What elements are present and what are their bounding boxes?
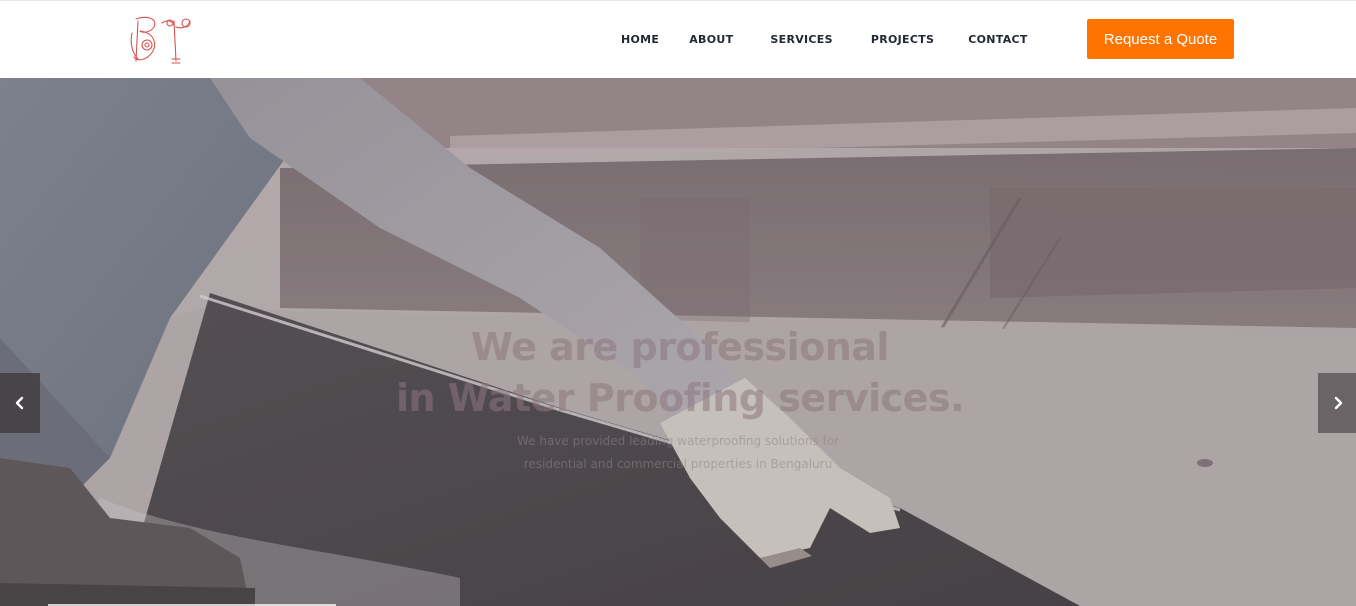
hero-title: We are professional in Water Proofing se… [340, 322, 1020, 424]
hero-title-line-2: in Water Proofing services. [395, 376, 965, 420]
slider-prev-button[interactable] [0, 373, 40, 433]
hero-title-line-1: We are professional [471, 325, 889, 369]
hero-subtitle-line-2: residential and commercial properties in… [523, 457, 833, 471]
nav-projects[interactable]: PROJECTS [854, 1, 951, 79]
hero-subtitle: We have provided leading waterproofing s… [470, 430, 886, 476]
main-nav: HOME ABOUT SERVICES PROJECTS CONTACT [604, 1, 1045, 79]
nav-contact[interactable]: CONTACT [951, 1, 1044, 79]
nav-services[interactable]: SERVICES [753, 1, 853, 79]
chevron-left-icon [15, 396, 24, 410]
hero-subtitle-line-1: We have provided leading waterproofing s… [516, 434, 839, 448]
logo[interactable] [128, 13, 198, 69]
site-header: HOME ABOUT SERVICES PROJECTS CONTACT Req… [0, 0, 1356, 78]
slider-next-button[interactable] [1318, 373, 1356, 433]
hero-slider: We are professional in Water Proofing se… [0, 78, 1356, 606]
chevron-right-icon [1334, 396, 1343, 410]
request-quote-button[interactable]: Request a Quote [1087, 19, 1234, 59]
nav-about[interactable]: ABOUT [676, 1, 753, 79]
nav-home[interactable]: HOME [604, 1, 676, 79]
